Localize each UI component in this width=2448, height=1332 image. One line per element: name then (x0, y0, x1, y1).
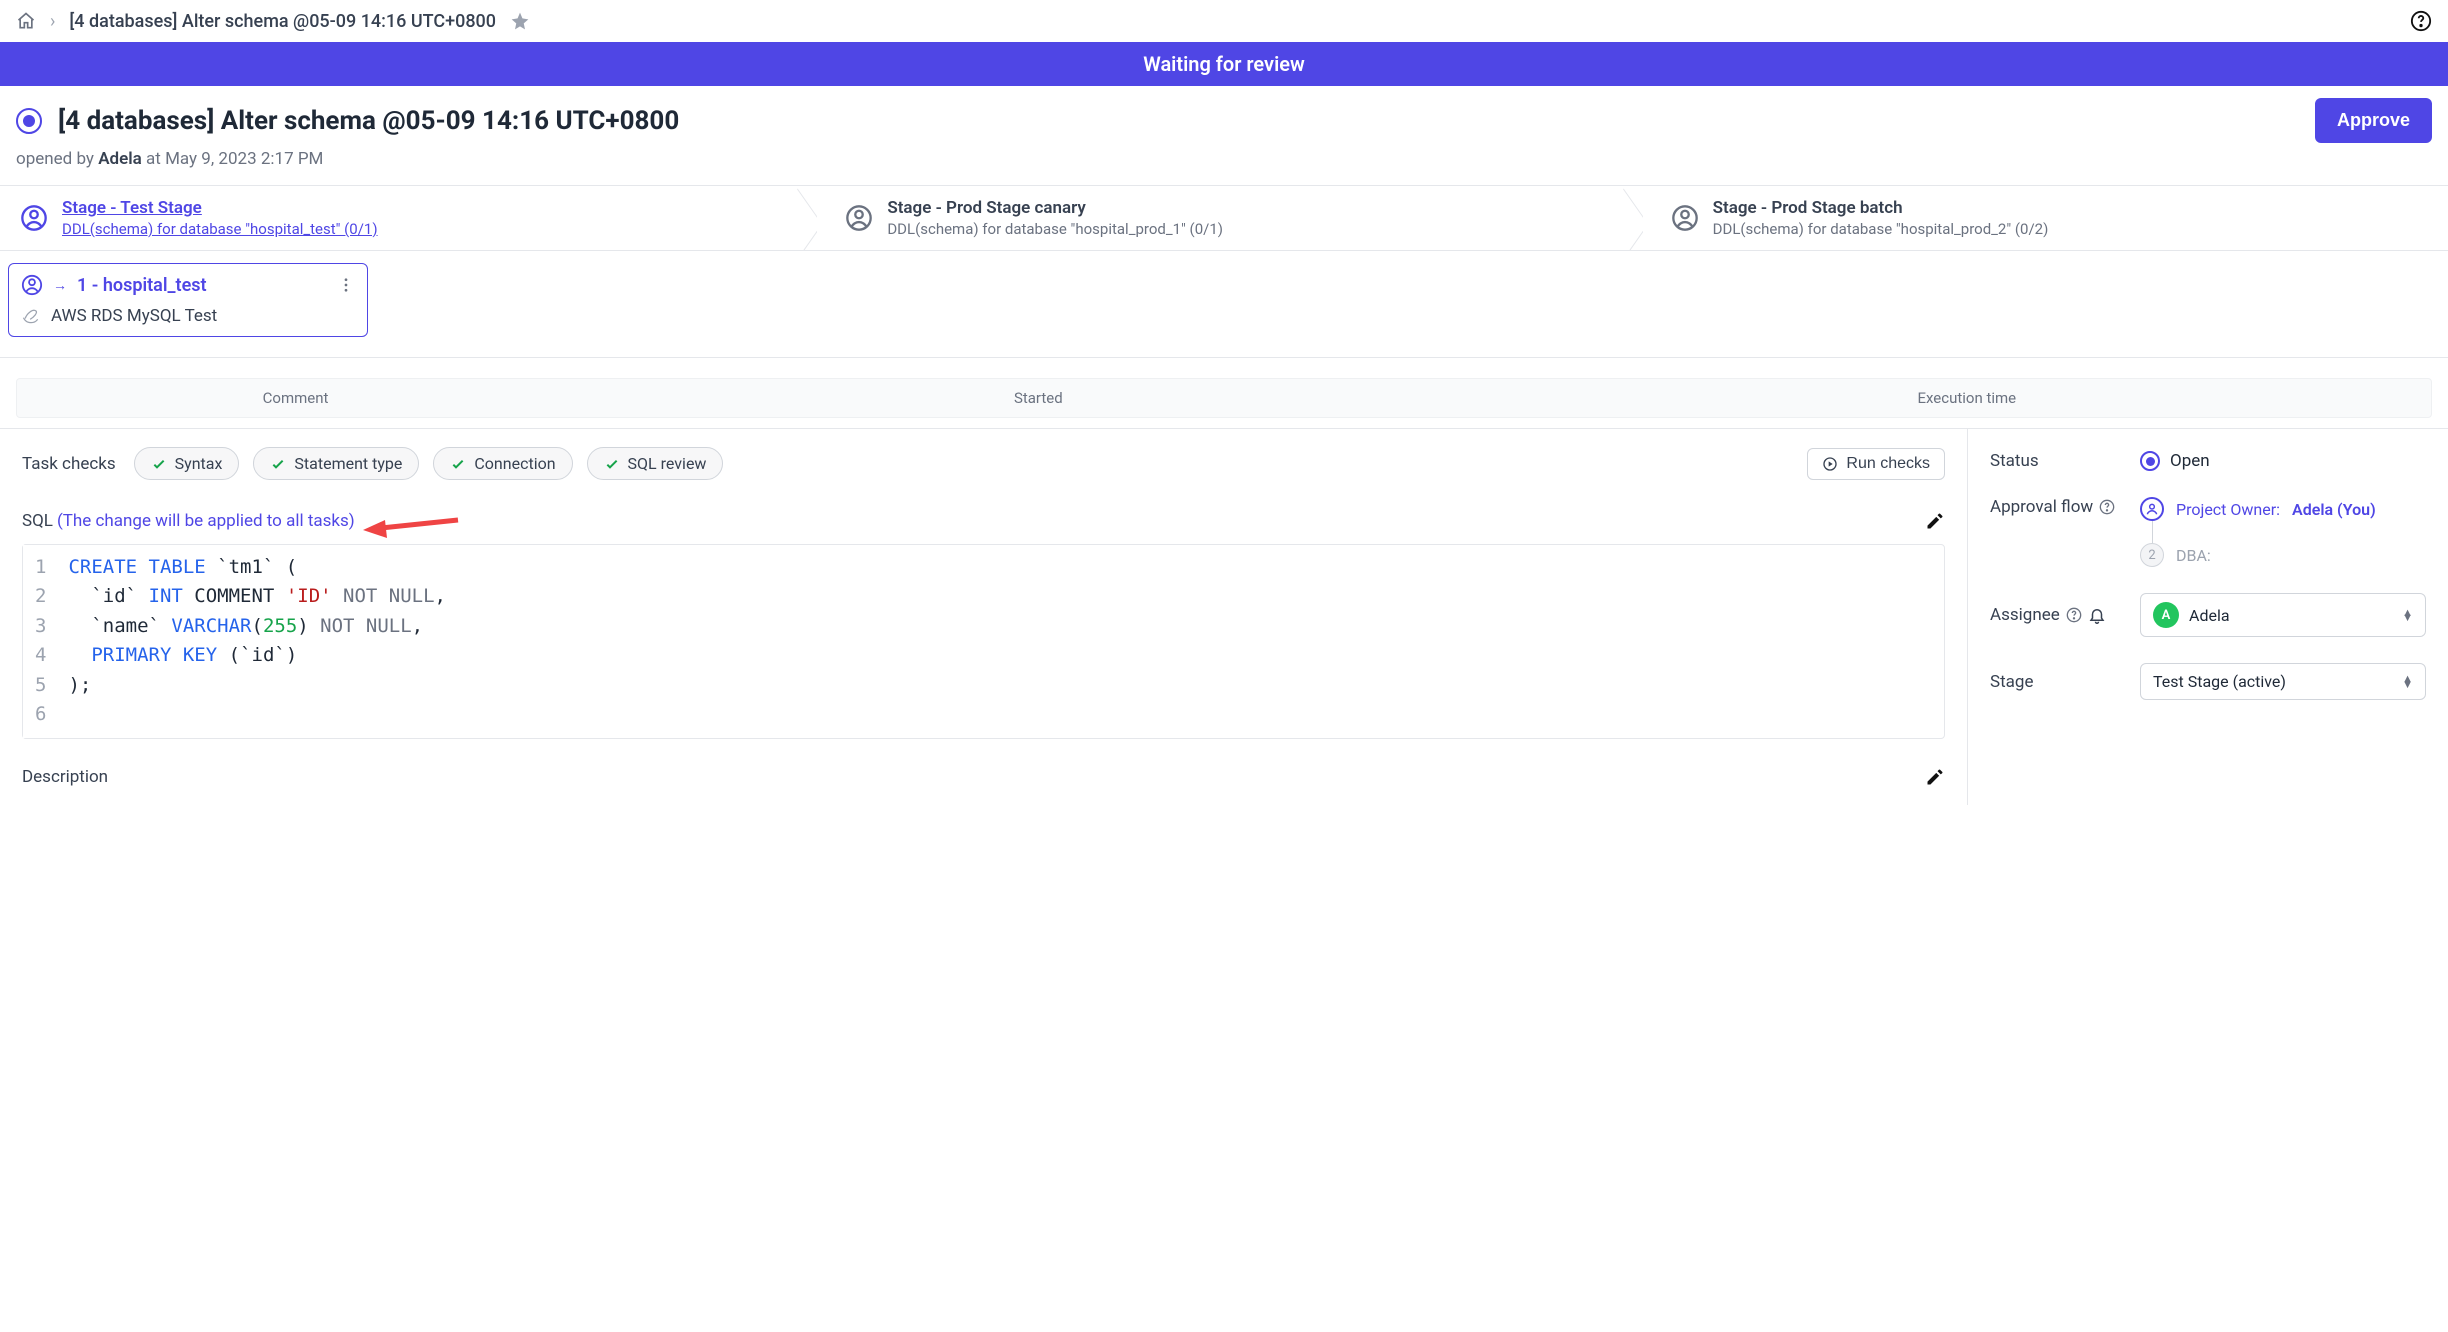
stage-select[interactable]: Test Stage (active) ▲▼ (2140, 663, 2426, 700)
arrow-right-icon: → (53, 277, 67, 294)
user-icon (20, 204, 48, 232)
task-name: 1 - hospital_test (77, 275, 207, 296)
bell-icon[interactable] (2088, 606, 2106, 624)
user-icon (21, 274, 43, 296)
sql-header-row: SQL (The change will be applied to all t… (22, 506, 1945, 536)
help-icon[interactable] (2410, 10, 2432, 32)
main-left: Task checks Syntax Statement type Connec… (0, 429, 1968, 805)
run-checks-button[interactable]: Run checks (1807, 448, 1945, 480)
task-checks-row: Task checks Syntax Statement type Connec… (22, 447, 1945, 480)
task-card[interactable]: → 1 - hospital_test AWS RDS MySQL Test (8, 263, 368, 337)
help-icon[interactable] (2099, 499, 2115, 515)
log-col-started: Started (574, 379, 1502, 417)
check-connection[interactable]: Connection (433, 447, 572, 480)
user-icon (2140, 497, 2164, 521)
breadcrumb-title[interactable]: [4 databases] Alter schema @05-09 14:16 … (69, 11, 496, 32)
check-syntax[interactable]: Syntax (134, 447, 240, 480)
avatar: A (2153, 602, 2179, 628)
approval-role: DBA: (2176, 546, 2211, 565)
stage-title: Stage - Prod Stage batch (1713, 198, 2049, 218)
task-instance: AWS RDS MySQL Test (51, 306, 217, 326)
assignee-label: Assignee (1990, 605, 2060, 625)
approve-button[interactable]: Approve (2315, 98, 2432, 143)
approval-step-1: Project Owner: Adela (You) (2140, 497, 2426, 521)
assignee-row: Assignee A Adela ▲▼ (1990, 593, 2426, 637)
approval-role: Project Owner: (2176, 500, 2280, 519)
line-gutter: 1 2 3 4 5 6 (23, 545, 56, 738)
stage-subtitle: DDL(schema) for database "hospital_test"… (62, 220, 378, 238)
page-header: [4 databases] Alter schema @05-09 14:16 … (0, 86, 2448, 147)
sql-note: (The change will be applied to all tasks… (57, 511, 355, 531)
activity-log-header: Comment Started Execution time (16, 378, 2432, 418)
check-icon (151, 456, 167, 472)
user-icon (1671, 204, 1699, 232)
opened-by-line: opened by Adela at May 9, 2023 2:17 PM (0, 147, 2448, 185)
sidebar: Status Open Approval flow Project Owner: (1968, 429, 2448, 805)
step-number-badge: 2 (2140, 543, 2164, 567)
page-title: [4 databases] Alter schema @05-09 14:16 … (58, 106, 679, 136)
log-col-comment: Comment (17, 379, 574, 417)
stage-prod-batch[interactable]: Stage - Prod Stage batch DDL(schema) for… (1623, 186, 2448, 250)
select-caret-icon: ▲▼ (2402, 676, 2413, 687)
stage-subtitle: DDL(schema) for database "hospital_prod_… (1713, 220, 2049, 238)
approval-assignee[interactable]: Adela (You) (2292, 500, 2376, 519)
edit-sql-icon[interactable] (1925, 511, 1945, 531)
stage-progress: Stage - Test Stage DDL(schema) for datab… (0, 185, 2448, 251)
database-icon (21, 306, 41, 326)
user-icon (845, 204, 873, 232)
sql-code-editor[interactable]: 1 2 3 4 5 6 CREATE TABLE `tm1` ( `id` IN… (22, 544, 1945, 739)
check-sql-review[interactable]: SQL review (587, 447, 724, 480)
status-banner: Waiting for review (0, 42, 2448, 86)
approval-flow-label: Approval flow (1990, 497, 2093, 517)
home-icon[interactable] (16, 11, 36, 31)
task-card-area: → 1 - hospital_test AWS RDS MySQL Test (0, 251, 2448, 358)
assignee-select[interactable]: A Adela ▲▼ (2140, 593, 2426, 637)
breadcrumb-separator-icon: › (50, 11, 55, 32)
star-icon[interactable] (510, 11, 530, 31)
approval-flow-row: Approval flow Project Owner: Adela (You)… (1990, 497, 2426, 567)
stage-value: Test Stage (active) (2153, 672, 2286, 691)
check-icon (450, 456, 466, 472)
stage-row: Stage Test Stage (active) ▲▼ (1990, 663, 2426, 700)
sql-label: SQL (22, 511, 53, 531)
breadcrumb: › [4 databases] Alter schema @05-09 14:1… (16, 11, 530, 32)
help-icon[interactable] (2066, 607, 2082, 623)
description-label: Description (22, 767, 108, 787)
log-col-exectime: Execution time (1503, 379, 2431, 417)
stage-test[interactable]: Stage - Test Stage DDL(schema) for datab… (0, 186, 797, 250)
play-circle-icon (1822, 456, 1838, 472)
stage-title: Stage - Prod Stage canary (887, 198, 1223, 218)
status-value: Open (2170, 451, 2210, 471)
approval-step-2: 2 DBA: (2140, 543, 2426, 567)
check-statement-type[interactable]: Statement type (253, 447, 419, 480)
edit-description-icon[interactable] (1925, 767, 1945, 787)
description-row: Description (22, 767, 1945, 787)
top-bar: › [4 databases] Alter schema @05-09 14:1… (0, 0, 2448, 42)
check-icon (604, 456, 620, 472)
check-icon (270, 456, 286, 472)
stage-title: Stage - Test Stage (62, 198, 378, 218)
task-checks-label: Task checks (22, 454, 116, 474)
issue-status-icon (16, 108, 42, 134)
stage-label: Stage (1990, 672, 2140, 692)
status-label: Status (1990, 451, 2140, 471)
assignee-value: Adela (2189, 606, 2230, 625)
status-open-icon (2140, 451, 2160, 471)
sql-code-content: CREATE TABLE `tm1` ( `id` INT COMMENT 'I… (56, 545, 458, 738)
main-area: Task checks Syntax Statement type Connec… (0, 428, 2448, 805)
select-caret-icon: ▲▼ (2402, 610, 2413, 621)
task-more-icon[interactable] (337, 276, 355, 294)
status-row: Status Open (1990, 451, 2426, 471)
annotation-arrow-icon (363, 510, 463, 540)
stage-subtitle: DDL(schema) for database "hospital_prod_… (887, 220, 1223, 238)
stage-prod-canary[interactable]: Stage - Prod Stage canary DDL(schema) fo… (797, 186, 1622, 250)
